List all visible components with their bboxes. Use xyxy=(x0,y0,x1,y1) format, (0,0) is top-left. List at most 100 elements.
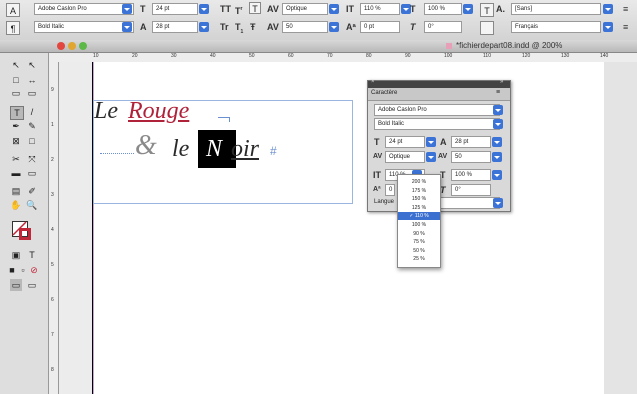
zoom-tool-icon[interactable]: 🔍 xyxy=(26,199,38,211)
scale-option[interactable]: 90 % xyxy=(398,230,440,238)
free-transform-tool-icon[interactable]: ⤧ xyxy=(26,153,38,165)
pen-tool-icon[interactable]: ✒ xyxy=(10,120,22,132)
character-mode-button[interactable]: A xyxy=(6,3,20,17)
tracking-dropdown-icon[interactable] xyxy=(329,22,339,32)
panel-language-dropdown-icon[interactable] xyxy=(493,198,503,208)
language-dropdown-icon[interactable] xyxy=(603,22,613,32)
title-word-le[interactable]: Le xyxy=(94,98,118,125)
scale-option[interactable]: 200 % xyxy=(398,178,440,186)
panel-font-family-dropdown-icon[interactable] xyxy=(493,105,503,115)
rectangle-tool-icon[interactable]: □ xyxy=(26,135,38,147)
title-word-rouge[interactable]: Rouge xyxy=(128,98,189,125)
content-collector-icon[interactable]: ▭ xyxy=(10,87,22,99)
panel-language-field[interactable] xyxy=(440,197,500,209)
panel-header[interactable]: × » xyxy=(368,79,510,88)
panel-menu-icon-2[interactable]: ≡ xyxy=(623,21,628,33)
hand-tool-icon[interactable]: ✋ xyxy=(10,199,22,211)
panel-horizontal-scale-field[interactable]: 100 % xyxy=(451,169,491,181)
subscript-icon[interactable]: T1 xyxy=(235,21,243,38)
small-caps-icon[interactable]: Tr xyxy=(220,21,229,33)
pencil-tool-icon[interactable]: ✎ xyxy=(26,120,38,132)
scale-option[interactable]: 25 % xyxy=(398,255,440,263)
panel-options-icon[interactable]: ≡ xyxy=(496,89,500,96)
note-tool-icon[interactable]: ▤ xyxy=(10,185,22,197)
underline-toggle-icon[interactable]: T xyxy=(249,2,261,14)
type-tool-icon[interactable]: T xyxy=(10,106,24,120)
panel-font-family-field[interactable]: Adobe Caslon Pro xyxy=(374,104,500,116)
page-tool-icon[interactable]: □ xyxy=(10,74,22,86)
zoom-window-icon[interactable] xyxy=(79,42,87,50)
preview-mode-icon[interactable]: ▭ xyxy=(26,279,38,291)
font-size-field[interactable]: 24 pt xyxy=(152,3,198,15)
baseline-shift-field[interactable]: 0 pt xyxy=(360,21,400,33)
eyedropper-tool-icon[interactable]: ✐ xyxy=(26,185,38,197)
panel-horizontal-scale-dropdown-icon[interactable] xyxy=(492,170,502,180)
panel-skew-field[interactable]: 0° xyxy=(451,184,491,196)
font-family-dropdown-icon[interactable] xyxy=(122,4,132,14)
horizontal-scale-dropdown-icon[interactable] xyxy=(463,4,473,14)
panel-collapse-icon[interactable]: » xyxy=(500,79,503,85)
strikethrough-icon[interactable]: Ŧ xyxy=(250,21,256,33)
scale-option[interactable]: ✓ 110 % xyxy=(398,212,440,221)
font-style-field[interactable]: Bold Italic xyxy=(34,21,134,33)
leading-dropdown-icon[interactable] xyxy=(199,22,209,32)
scale-option[interactable]: 100 % xyxy=(398,221,440,229)
panel-leading-field[interactable]: 28 pt xyxy=(451,136,491,148)
scale-option[interactable]: 150 % xyxy=(398,195,440,203)
close-window-icon[interactable] xyxy=(57,42,65,50)
tracking-field[interactable]: 50 xyxy=(282,21,328,33)
language-field[interactable]: Français xyxy=(511,21,601,33)
panel-tracking-dropdown-icon[interactable] xyxy=(492,152,502,162)
normal-view-icon[interactable]: ▭ xyxy=(10,279,22,291)
gradient-swatch-tool-icon[interactable]: ▬ xyxy=(10,167,22,179)
direct-selection-tool-icon[interactable]: ↖ xyxy=(26,59,38,71)
title-word-le-2[interactable]: le xyxy=(172,136,189,163)
all-caps-icon[interactable]: TT xyxy=(220,3,231,15)
font-family-field[interactable]: Adobe Caslon Pro xyxy=(34,3,134,15)
kerning-dropdown-icon[interactable] xyxy=(329,4,339,14)
scale-option[interactable]: 75 % xyxy=(398,238,440,246)
panel-font-style-field[interactable]: Bold Italic xyxy=(374,118,500,130)
scale-option[interactable]: 175 % xyxy=(398,187,440,195)
horizontal-scale-field[interactable]: 100 % xyxy=(424,3,462,15)
panel-font-style-dropdown-icon[interactable] xyxy=(493,119,503,129)
title-word-oir[interactable]: oir xyxy=(231,136,259,163)
scale-option[interactable]: 125 % xyxy=(398,204,440,212)
paragraph-mode-button[interactable]: ¶ xyxy=(6,21,20,35)
vertical-scale-field[interactable]: 110 % xyxy=(360,3,400,15)
gradient-feather-tool-icon[interactable]: ▭ xyxy=(26,167,38,179)
panel-menu-icon[interactable]: ≡ xyxy=(623,3,628,15)
scissors-tool-icon[interactable]: ✂ xyxy=(10,153,22,165)
formatting-text-icon[interactable]: T xyxy=(26,249,38,261)
character-style-field[interactable]: [Sans] xyxy=(511,3,601,15)
font-size-dropdown-icon[interactable] xyxy=(199,4,209,14)
font-style-dropdown-icon[interactable] xyxy=(122,22,132,32)
content-placer-icon[interactable]: ▭ xyxy=(26,87,38,99)
scale-option[interactable]: 50 % xyxy=(398,247,440,255)
character-style-dropdown-icon[interactable] xyxy=(603,4,613,14)
panel-font-size-field[interactable]: 24 pt xyxy=(385,136,425,148)
apply-none-icon[interactable]: ⊘ xyxy=(28,264,40,276)
panel-baseline-shift-field[interactable]: 0 xyxy=(385,184,395,196)
line-tool-icon[interactable]: / xyxy=(26,106,38,118)
leading-field[interactable]: 28 pt xyxy=(152,21,198,33)
kerning-field[interactable]: Optique xyxy=(282,3,328,15)
rectangle-frame-tool-icon[interactable]: ⊠ xyxy=(10,135,22,147)
panel-kerning-dropdown-icon[interactable] xyxy=(426,152,436,162)
formatting-container-icon[interactable]: ▣ xyxy=(10,249,22,261)
fill-stroke-swatch[interactable] xyxy=(12,221,34,243)
selected-letter-n[interactable]: N xyxy=(206,136,222,163)
panel-leading-dropdown-icon[interactable] xyxy=(492,137,502,147)
panel-tracking-field[interactable]: 50 xyxy=(451,151,491,163)
skew-field[interactable]: 0° xyxy=(424,21,462,33)
text-color-swatch[interactable]: T xyxy=(480,3,494,17)
minimize-window-icon[interactable] xyxy=(68,42,76,50)
stroke-color-swatch[interactable] xyxy=(480,21,494,35)
superscript-icon[interactable]: Tr xyxy=(235,3,242,17)
gap-tool-icon[interactable]: ↔ xyxy=(26,74,38,86)
selection-tool-icon[interactable]: ↖ xyxy=(10,59,22,71)
panel-tab-caractere[interactable]: Caractère xyxy=(371,90,397,96)
title-ampersand[interactable]: & xyxy=(135,130,157,162)
panel-kerning-field[interactable]: Optique xyxy=(385,151,425,163)
panel-close-icon[interactable]: × xyxy=(371,79,375,85)
